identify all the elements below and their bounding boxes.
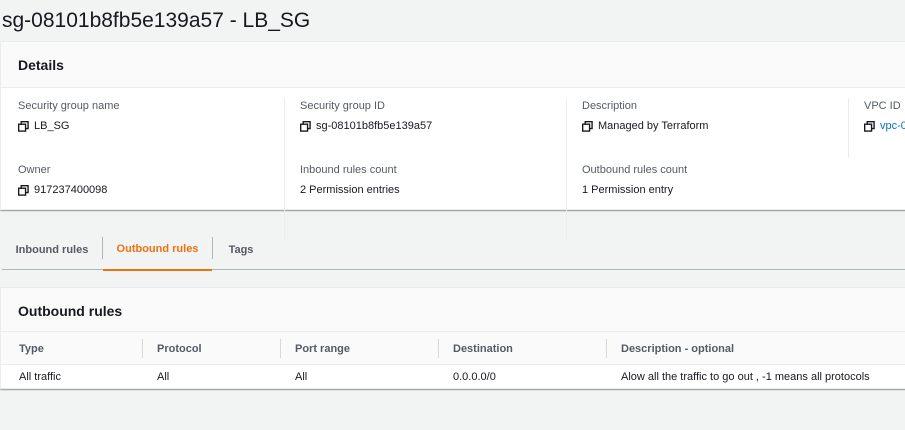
sg-name-value-row: LB_SG: [18, 120, 120, 132]
page-title: sg-08101b8fb5e139a57 - LB_SG: [2, 9, 311, 32]
column-header-description[interactable]: Description - optional: [621, 343, 734, 355]
copy-icon[interactable]: [864, 120, 875, 132]
outbound-count-value: 1 Permission entry: [582, 184, 674, 196]
copy-icon[interactable]: [18, 184, 29, 196]
tab-tags[interactable]: Tags: [213, 229, 269, 270]
field-sg-name: Security group name LB_SG: [18, 100, 120, 132]
description-value: Managed by Terraform: [598, 120, 709, 132]
sg-name-label: Security group name: [18, 100, 120, 112]
column-divider: [566, 98, 567, 241]
owner-value: 917237400098: [34, 184, 108, 196]
vpc-id-link[interactable]: vpc-0: [880, 120, 905, 132]
cell-protocol: All: [157, 371, 170, 383]
column-divider: [284, 98, 285, 241]
outbound-rules-header: Outbound rules: [1, 288, 905, 332]
column-divider: [848, 98, 849, 158]
sg-id-value: sg-08101b8fb5e139a57: [316, 120, 433, 132]
tab-inbound-rules[interactable]: Inbound rules: [2, 229, 102, 270]
details-panel: Details Security group name LB_SG Securi…: [0, 41, 905, 241]
sg-name-value: LB_SG: [34, 120, 70, 132]
field-vpc-id: VPC ID vpc-0: [864, 100, 905, 132]
owner-value-row: 917237400098: [18, 184, 107, 196]
outbound-rules-panel: Outbound rules Type Protocol Port range …: [0, 287, 905, 389]
copy-icon[interactable]: [582, 120, 593, 132]
field-inbound-count: Inbound rules count 2 Permission entries: [300, 164, 400, 196]
vpc-id-label: VPC ID: [864, 100, 901, 112]
description-label: Description: [582, 100, 638, 112]
sg-id-label: Security group ID: [300, 100, 385, 112]
cell-port-range: All: [295, 371, 308, 383]
vpc-id-value-row: vpc-0: [864, 120, 905, 132]
details-header: Details: [1, 42, 905, 88]
owner-label: Owner: [18, 164, 51, 176]
copy-icon[interactable]: [300, 120, 311, 132]
cell-destination: 0.0.0.0/0: [453, 371, 496, 383]
outbound-count-label: Outbound rules count: [582, 164, 688, 176]
tab-outbound-rules[interactable]: Outbound rules: [103, 229, 212, 271]
copy-icon[interactable]: [18, 120, 29, 132]
tab-bar: Inbound rules Outbound rules Tags: [2, 229, 905, 271]
inbound-count-label: Inbound rules count: [300, 164, 397, 176]
description-value-row: Managed by Terraform: [582, 120, 708, 132]
details-title: Details: [18, 57, 64, 73]
field-description: Description Managed by Terraform: [582, 100, 708, 132]
column-resizer[interactable]: [280, 339, 281, 358]
column-resizer[interactable]: [606, 339, 607, 358]
column-header-port-range[interactable]: Port range: [295, 343, 350, 355]
column-resizer[interactable]: [438, 339, 439, 358]
cell-type: All traffic: [19, 371, 61, 383]
column-header-protocol[interactable]: Protocol: [157, 343, 202, 355]
column-resizer[interactable]: [142, 339, 143, 358]
field-owner: Owner 917237400098: [18, 164, 107, 196]
table-header: Type Protocol Port range Destination Des…: [1, 332, 905, 365]
outbound-rules-title: Outbound rules: [18, 303, 123, 319]
field-outbound-count: Outbound rules count 1 Permission entry: [582, 164, 687, 196]
cell-description: Alow all the traffic to go out , -1 mean…: [621, 371, 870, 383]
field-sg-id: Security group ID sg-08101b8fb5e139a57: [300, 100, 432, 132]
table-row: All traffic All All 0.0.0.0/0 Alow all t…: [1, 366, 905, 389]
sg-id-value-row: sg-08101b8fb5e139a57: [300, 120, 432, 132]
column-header-type[interactable]: Type: [19, 343, 44, 355]
column-header-destination[interactable]: Destination: [453, 343, 513, 355]
inbound-count-value: 2 Permission entries: [300, 184, 400, 196]
